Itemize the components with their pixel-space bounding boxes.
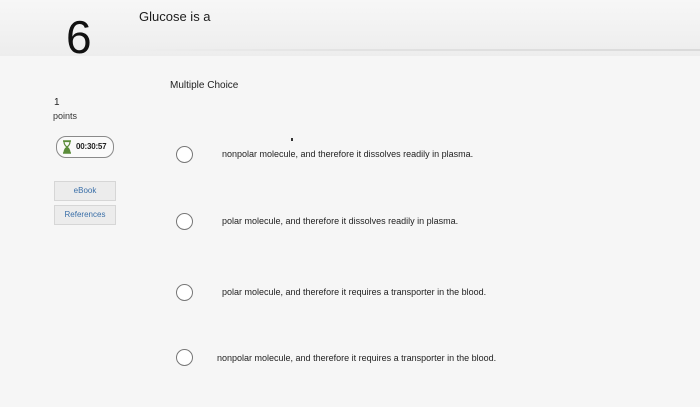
points-label: points [53,111,78,121]
references-button[interactable]: References [54,205,116,225]
answer-option-4[interactable]: nonpolar molecule, and therefore it requ… [176,349,596,371]
option-label: nonpolar molecule, and therefore it diss… [222,149,474,159]
option-label: nonpolar molecule, and therefore it requ… [217,353,497,363]
ebook-button[interactable]: eBook [54,181,116,201]
question-type-label: Multiple Choice [170,80,239,91]
radio-button[interactable] [176,349,193,366]
timer-text: 00:30:57 [76,142,107,151]
option-label: polar molecule, and therefore it dissolv… [222,216,459,226]
answer-option-3[interactable]: polar molecule, and therefore it require… [176,284,596,306]
header-divider [125,49,700,51]
radio-button[interactable] [176,146,193,163]
answer-option-2[interactable]: polar molecule, and therefore it dissolv… [176,213,596,235]
question-number: 6 [66,11,92,63]
question-prompt: Glucose is a [139,9,211,24]
answer-option-1[interactable]: nonpolar molecule, and therefore it diss… [176,146,596,168]
hourglass-icon [61,140,73,154]
timer[interactable]: 00:30:57 [56,136,114,158]
option-label: polar molecule, and therefore it require… [222,287,487,297]
radio-button[interactable] [176,213,193,230]
radio-button[interactable] [176,284,193,301]
question-header [0,0,700,56]
points-value: 1 [54,97,60,108]
mouse-cursor [291,138,293,141]
